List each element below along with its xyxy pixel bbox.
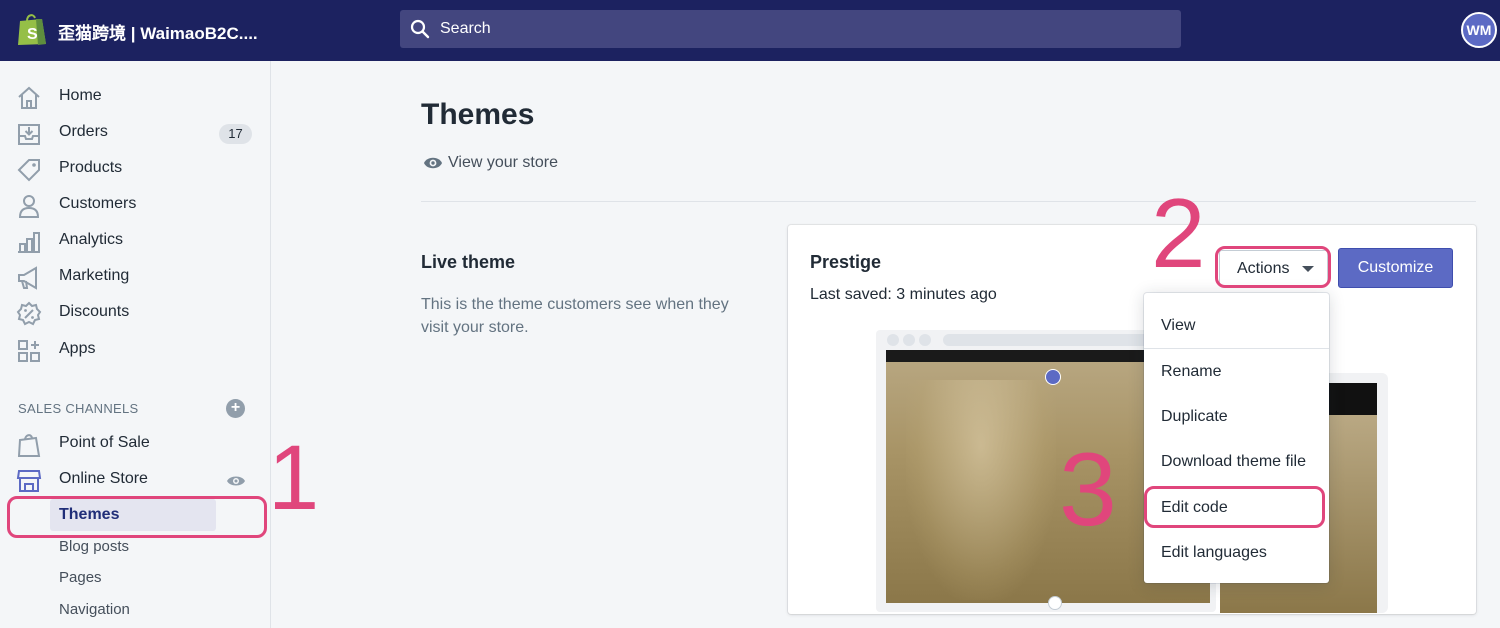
sidebar-item-discounts[interactable]: Discounts: [0, 295, 270, 331]
menu-divider: [1144, 348, 1329, 349]
sidebar-item-products[interactable]: Products: [0, 151, 270, 187]
sidebar-item-label: Orders: [59, 123, 108, 140]
shopify-logo-icon[interactable]: S: [16, 12, 48, 46]
bar-chart-icon: [18, 232, 40, 253]
theme-name: Prestige: [810, 252, 882, 272]
browser-url-bar: [943, 334, 1163, 346]
search-input[interactable]: Search: [400, 10, 1181, 48]
sidebar-item-label: Apps: [59, 340, 96, 357]
sidebar-item-point-of-sale[interactable]: Point of Sale: [0, 426, 270, 462]
sidebar-item-label: Home: [59, 87, 102, 104]
annotation-box-themes: [7, 496, 267, 538]
page-title: Themes: [421, 98, 535, 131]
search-icon: [410, 19, 430, 39]
orders-icon: [18, 124, 40, 145]
search-placeholder: Search: [440, 20, 491, 37]
eye-icon: [424, 157, 442, 169]
menu-item-download-theme-file[interactable]: Download theme file: [1161, 453, 1306, 471]
sidebar-item-analytics[interactable]: Analytics: [0, 223, 270, 259]
storefront-icon: [16, 470, 42, 492]
discount-icon: [16, 301, 42, 326]
last-saved-text: Last saved: 3 minutes ago: [810, 286, 997, 303]
megaphone-icon: [18, 266, 37, 290]
orders-count-badge: 17: [219, 124, 252, 144]
apps-icon: [18, 340, 40, 362]
menu-item-rename[interactable]: Rename: [1161, 363, 1221, 381]
customize-button[interactable]: Customize: [1338, 248, 1453, 288]
add-channel-icon[interactable]: +: [226, 399, 245, 418]
menu-item-view[interactable]: View: [1161, 317, 1195, 335]
sidebar-item-label: Products: [59, 159, 123, 176]
sidebar-item-marketing[interactable]: Marketing: [0, 259, 270, 295]
sidebar-item-label: Online Store: [59, 470, 148, 487]
store-name[interactable]: 歪猫跨境 | WaimaoB2C....: [58, 19, 258, 44]
tag-icon: [17, 159, 40, 182]
sales-channels-heading: SALES CHANNELS: [18, 401, 139, 416]
browser-dot: [919, 334, 931, 346]
sidebar-item-label: Analytics: [59, 231, 124, 248]
top-bar: S 歪猫跨境 | WaimaoB2C.... Search WM: [0, 0, 1500, 61]
avatar[interactable]: WM: [1461, 12, 1497, 48]
person-icon: [18, 195, 40, 218]
sidebar-item-orders[interactable]: Orders 17: [0, 115, 270, 151]
svg-text:S: S: [27, 26, 38, 43]
section-divider: [421, 201, 1476, 202]
annotation-step-2: 2: [1151, 178, 1206, 288]
sidebar-item-apps[interactable]: Apps: [0, 332, 270, 368]
preview-scroll-indicator: [1048, 596, 1062, 610]
sidebar-item-label: Marketing: [59, 267, 130, 284]
menu-item-edit-languages[interactable]: Edit languages: [1161, 544, 1267, 562]
live-theme-description: This is the theme customers see when the…: [421, 296, 729, 336]
sidebar-subitem-blog-posts[interactable]: Blog posts: [59, 538, 129, 555]
sidebar-item-label: Customers: [59, 195, 137, 212]
sidebar-item-customers[interactable]: Customers: [0, 187, 270, 223]
annotation-step-3: 3: [1059, 432, 1117, 548]
sidebar-subitem-pages[interactable]: Pages: [59, 569, 102, 586]
browser-dot: [903, 334, 915, 346]
sidebar-subitem-navigation[interactable]: Navigation: [59, 601, 130, 618]
pos-bag-icon: [17, 434, 41, 457]
sidebar-item-home[interactable]: Home: [0, 79, 270, 115]
browser-dot: [887, 334, 899, 346]
view-store-label: View your store: [448, 154, 558, 171]
sidebar-item-label: Discounts: [59, 303, 130, 320]
preview-logo: [1045, 369, 1061, 385]
actions-menu: View Rename Duplicate Download theme fil…: [1144, 293, 1329, 583]
preview-hero-photo: [906, 380, 1056, 600]
view-online-store-eye-icon[interactable]: [226, 474, 246, 488]
sidebar-item-label: Point of Sale: [59, 434, 150, 451]
live-theme-heading: Live theme: [421, 252, 516, 272]
menu-item-duplicate[interactable]: Duplicate: [1161, 408, 1228, 426]
annotation-step-1: 1: [268, 427, 320, 529]
annotation-box-edit-code: [1144, 486, 1325, 528]
home-icon: [18, 86, 40, 109]
annotation-box-actions: [1215, 246, 1331, 288]
